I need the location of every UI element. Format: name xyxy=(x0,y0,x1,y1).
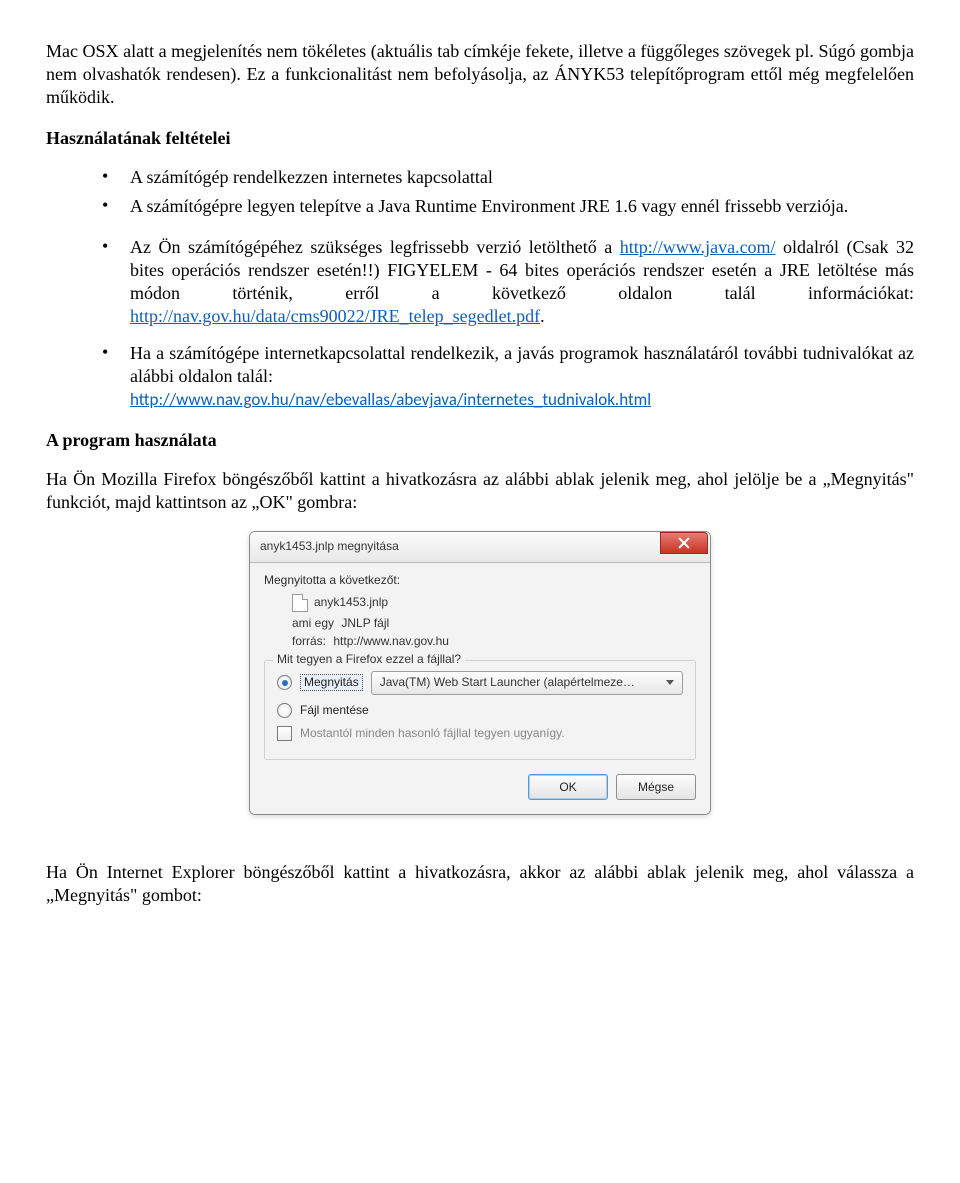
dropdown-value: Java(TM) Web Start Launcher (alapértelme… xyxy=(380,675,635,690)
list-item: A számítógépre legyen telepítve a Java R… xyxy=(102,195,914,218)
remember-row[interactable]: Mostantól minden hasonló fájllal tegyen … xyxy=(277,726,683,741)
source-value: http://www.nav.gov.hu xyxy=(333,634,449,648)
download-dialog: anyk1453.jnlp megnyitása Megnyitotta a k… xyxy=(249,531,711,816)
info-text: Ha a számítógépe internetkapcsolattal re… xyxy=(130,343,914,386)
usage-heading: A program használata xyxy=(46,429,914,452)
info-link[interactable]: http://www.nav.gov.hu/nav/ebevallas/abev… xyxy=(130,389,651,410)
open-with-dropdown[interactable]: Java(TM) Web Start Launcher (alapértelme… xyxy=(371,671,683,695)
usage-paragraph: Ha Ön Mozilla Firefox böngészőből kattin… xyxy=(46,468,914,514)
chevron-down-icon xyxy=(666,680,674,685)
file-icon xyxy=(292,594,308,612)
requirements-list: A számítógép rendelkezzen internetes kap… xyxy=(46,166,914,218)
checkbox-remember[interactable] xyxy=(277,726,292,741)
requirements-heading: Használatának feltételei xyxy=(46,127,914,150)
radio-open[interactable] xyxy=(277,675,292,690)
source-label: forrás: xyxy=(292,634,326,648)
list-item: A számítógép rendelkezzen internetes kap… xyxy=(102,166,914,189)
java-para-post: . xyxy=(540,306,545,326)
type-value: JNLP fájl xyxy=(341,616,389,630)
close-icon xyxy=(678,537,690,549)
remember-label: Mostantól minden hasonló fájllal tegyen … xyxy=(300,726,565,741)
save-option-row[interactable]: Fájl mentése xyxy=(277,703,683,718)
dialog-title: anyk1453.jnlp megnyitása xyxy=(260,539,399,554)
opened-label: Megnyitotta a következőt: xyxy=(264,573,696,588)
save-label: Fájl mentése xyxy=(300,703,369,718)
action-fieldset: Mit tegyen a Firefox ezzel a fájllal? Me… xyxy=(264,660,696,761)
dialog-titlebar: anyk1453.jnlp megnyitása xyxy=(250,532,710,563)
cancel-button[interactable]: Mégse xyxy=(616,774,696,800)
close-button[interactable] xyxy=(660,532,708,554)
filename: anyk1453.jnlp xyxy=(314,595,388,610)
java-para-pre: Az Ön számítógépéhez szükséges legfrisse… xyxy=(130,237,620,257)
radio-save[interactable] xyxy=(277,703,292,718)
type-label: ami egy xyxy=(292,616,334,630)
info-list: Az Ön számítógépéhez szükséges legfrisse… xyxy=(46,236,914,411)
open-label: Megnyitás xyxy=(300,674,363,691)
list-item: Az Ön számítógépéhez szükséges legfrisse… xyxy=(102,236,914,328)
list-item: Ha a számítógépe internetkapcsolattal re… xyxy=(102,342,914,411)
intro-paragraph: Mac OSX alatt a megjelenítés nem tökélet… xyxy=(46,40,914,109)
action-question: Mit tegyen a Firefox ezzel a fájllal? xyxy=(273,652,465,667)
open-option-row[interactable]: Megnyitás Java(TM) Web Start Launcher (a… xyxy=(277,671,683,695)
jre-guide-link[interactable]: http://nav.gov.hu/data/cms90022/JRE_tele… xyxy=(130,306,540,326)
java-download-link[interactable]: http://www.java.com/ xyxy=(620,237,776,257)
closing-paragraph: Ha Ön Internet Explorer böngészőből katt… xyxy=(46,861,914,907)
ok-button[interactable]: OK xyxy=(528,774,608,800)
